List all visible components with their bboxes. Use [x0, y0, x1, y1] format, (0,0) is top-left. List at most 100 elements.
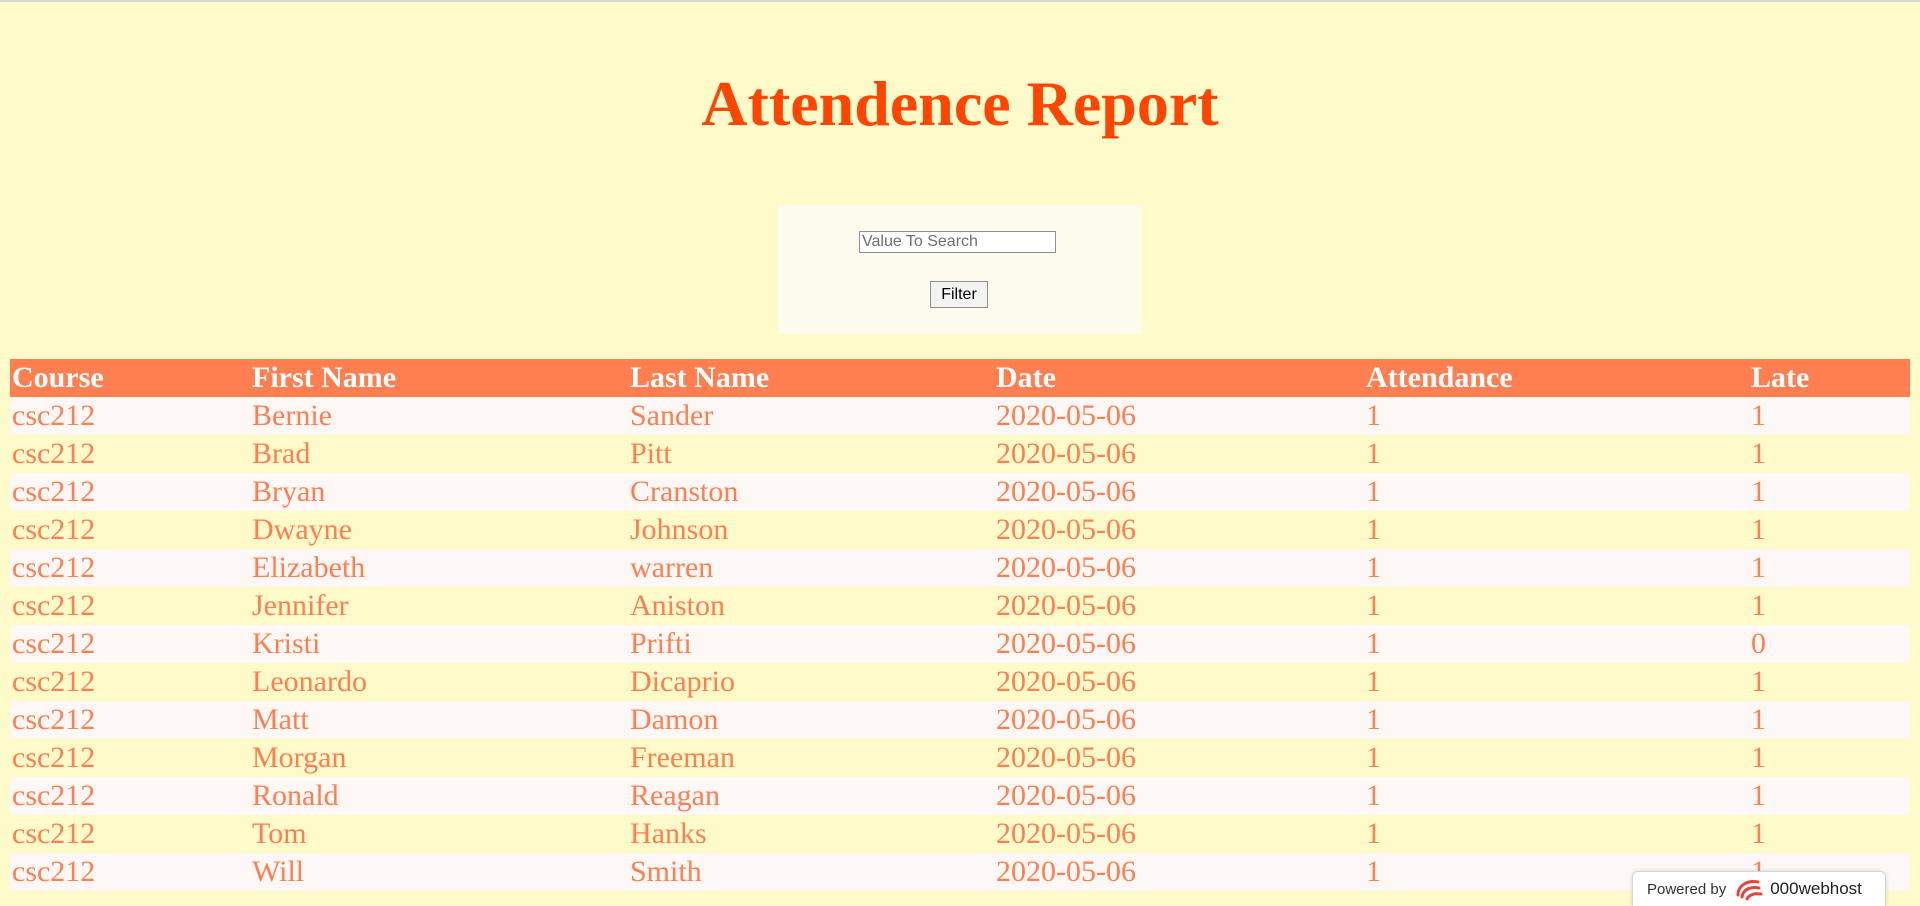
cell-course: csc212	[10, 549, 250, 587]
cell-last-name: Johnson	[628, 511, 994, 549]
cell-last-name: Hanks	[628, 815, 994, 853]
table-row: csc212 Kristi Prifti 2020-05-06 1 0	[10, 625, 1910, 663]
cell-first-name: Kristi	[250, 625, 628, 663]
table-row: csc212 Jennifer Aniston 2020-05-06 1 1	[10, 587, 1910, 625]
top-border	[0, 0, 1920, 2]
cell-late: 1	[1749, 397, 1910, 435]
table-row: csc212 Bryan Cranston 2020-05-06 1 1	[10, 473, 1910, 511]
cell-course: csc212	[10, 625, 250, 663]
cell-first-name: Leonardo	[250, 663, 628, 701]
cell-first-name: Will	[250, 853, 628, 891]
cell-date: 2020-05-06	[994, 397, 1364, 435]
cell-course: csc212	[10, 397, 250, 435]
cell-last-name: Prifti	[628, 625, 994, 663]
cell-attendance: 1	[1364, 397, 1749, 435]
cell-course: csc212	[10, 587, 250, 625]
cell-date: 2020-05-06	[994, 701, 1364, 739]
cell-late: 1	[1749, 473, 1910, 511]
cell-first-name: Morgan	[250, 739, 628, 777]
cell-course: csc212	[10, 701, 250, 739]
filter-button[interactable]: Filter	[930, 281, 988, 308]
cell-late: 1	[1749, 511, 1910, 549]
cell-course: csc212	[10, 853, 250, 891]
cell-attendance: 1	[1364, 739, 1749, 777]
cell-first-name: Matt	[250, 701, 628, 739]
table-row: csc212 Brad Pitt 2020-05-06 1 1	[10, 435, 1910, 473]
cell-date: 2020-05-06	[994, 739, 1364, 777]
000webhost-logo-icon	[1736, 880, 1763, 901]
cell-first-name: Brad	[250, 435, 628, 473]
cell-attendance: 1	[1364, 435, 1749, 473]
cell-date: 2020-05-06	[994, 777, 1364, 815]
cell-date: 2020-05-06	[994, 625, 1364, 663]
search-input[interactable]	[859, 231, 1056, 253]
table-row: csc212 Leonardo Dicaprio 2020-05-06 1 1	[10, 663, 1910, 701]
cell-attendance: 1	[1364, 777, 1749, 815]
search-panel: Filter	[778, 205, 1141, 334]
table-row: csc212 Ronald Reagan 2020-05-06 1 1	[10, 777, 1910, 815]
cell-attendance: 1	[1364, 549, 1749, 587]
cell-late: 1	[1749, 739, 1910, 777]
cell-course: csc212	[10, 511, 250, 549]
header-date: Date	[994, 359, 1364, 397]
cell-last-name: Smith	[628, 853, 994, 891]
cell-first-name: Tom	[250, 815, 628, 853]
cell-last-name: Damon	[628, 701, 994, 739]
table-body: csc212 Bernie Sander 2020-05-06 1 1 csc212 Brad…	[10, 397, 1910, 891]
cell-first-name: Elizabeth	[250, 549, 628, 587]
header-first-name: First Name	[250, 359, 628, 397]
cell-first-name: Bryan	[250, 473, 628, 511]
cell-date: 2020-05-06	[994, 511, 1364, 549]
cell-last-name: Reagan	[628, 777, 994, 815]
cell-attendance: 1	[1364, 625, 1749, 663]
cell-course: csc212	[10, 663, 250, 701]
header-late: Late	[1749, 359, 1910, 397]
cell-attendance: 1	[1364, 701, 1749, 739]
cell-last-name: warren	[628, 549, 994, 587]
cell-first-name: Ronald	[250, 777, 628, 815]
cell-attendance: 1	[1364, 587, 1749, 625]
cell-late: 1	[1749, 815, 1910, 853]
table-row: csc212WillSmith2020-05-0611	[10, 853, 1910, 891]
cell-date: 2020-05-06	[994, 815, 1364, 853]
cell-last-name: Pitt	[628, 435, 994, 473]
cell-last-name: Freeman	[628, 739, 994, 777]
cell-date: 2020-05-06	[994, 435, 1364, 473]
cell-date: 2020-05-06	[994, 663, 1364, 701]
cell-first-name: Dwayne	[250, 511, 628, 549]
cell-last-name: Sander	[628, 397, 994, 435]
cell-last-name: Cranston	[628, 473, 994, 511]
cell-late: 1	[1749, 663, 1910, 701]
table-row: csc212 Morgan Freeman 2020-05-06 1 1	[10, 739, 1910, 777]
cell-attendance: 1	[1364, 663, 1749, 701]
cell-late: 1	[1749, 701, 1910, 739]
table-header-row: Course First Name Last Name Date Attenda…	[10, 359, 1910, 397]
powered-by-label: Powered by	[1647, 880, 1727, 898]
brand-label: 000webhost	[1770, 879, 1862, 898]
cell-course: csc212	[10, 815, 250, 853]
table-row: csc212 Elizabeth warren 2020-05-06 1 1	[10, 549, 1910, 587]
cell-late: 1	[1749, 549, 1910, 587]
header-course: Course	[10, 359, 250, 397]
table-row: csc212 Bernie Sander 2020-05-06 1 1	[10, 397, 1910, 435]
cell-attendance: 1	[1364, 511, 1749, 549]
powered-by-badge[interactable]: Powered by 000webhost	[1632, 871, 1886, 906]
cell-attendance: 1	[1364, 815, 1749, 853]
cell-late: 0	[1749, 625, 1910, 663]
attendance-table: Course First Name Last Name Date Attenda…	[10, 359, 1910, 891]
cell-late: 1	[1749, 777, 1910, 815]
cell-course: csc212	[10, 739, 250, 777]
table-row: csc212 Tom Hanks 2020-05-06 1 1	[10, 815, 1910, 853]
cell-last-name: Aniston	[628, 587, 994, 625]
cell-last-name: Dicaprio	[628, 663, 994, 701]
cell-date: 2020-05-06	[994, 473, 1364, 511]
header-attendance: Attendance	[1364, 359, 1749, 397]
cell-first-name: Bernie	[250, 397, 628, 435]
table-row: csc212 Matt Damon 2020-05-06 1 1	[10, 701, 1910, 739]
cell-course: csc212	[10, 777, 250, 815]
cell-first-name: Jennifer	[250, 587, 628, 625]
cell-attendance: 1	[1364, 473, 1749, 511]
cell-date: 2020-05-06	[994, 853, 1364, 891]
cell-late: 1	[1749, 435, 1910, 473]
page-title: Attendence Report	[701, 68, 1219, 139]
